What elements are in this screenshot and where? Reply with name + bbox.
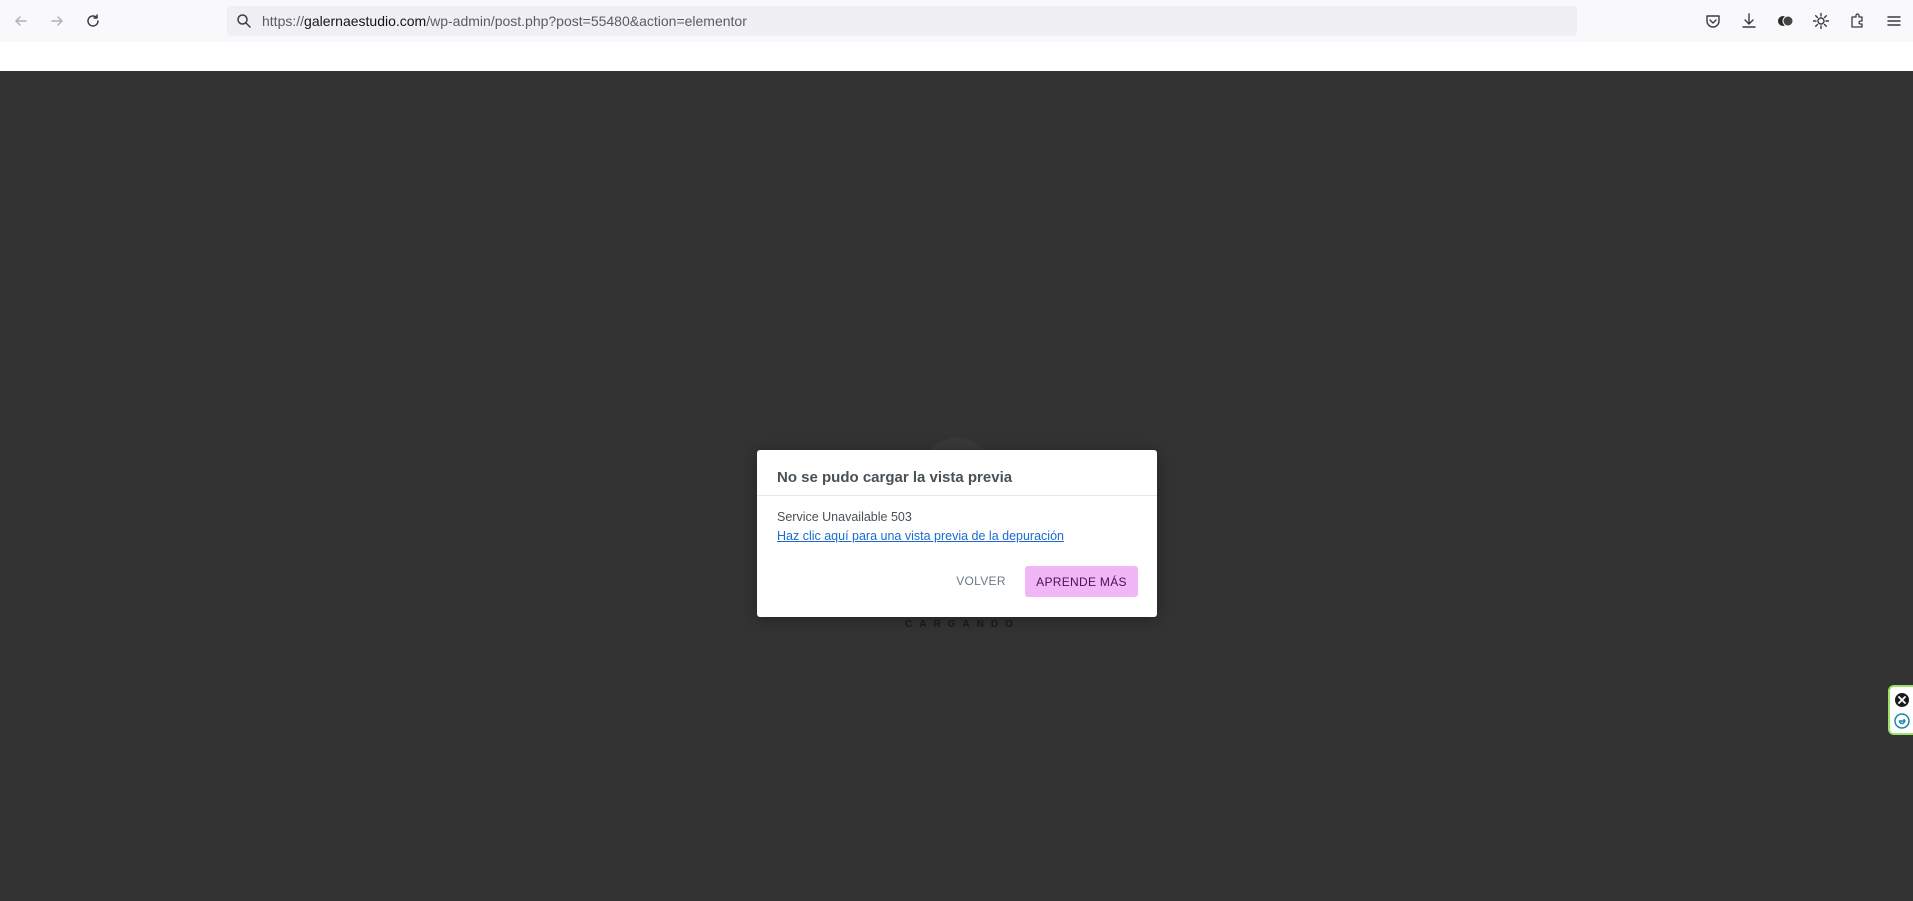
downloads-button[interactable]	[1739, 11, 1759, 31]
reload-button[interactable]	[80, 8, 106, 34]
pocket-button[interactable]	[1703, 11, 1723, 31]
debug-preview-link[interactable]: Haz clic aquí para una vista previa de l…	[777, 529, 1064, 543]
extensions-icon	[1778, 15, 1794, 27]
url-path: /wp-admin/post.php?post=55480&action=ele…	[426, 13, 747, 29]
url-text: https://galernaestudio.com/wp-admin/post…	[262, 13, 747, 29]
back-button-dialog[interactable]: VOLVER	[945, 566, 1017, 596]
extension-button[interactable]	[1775, 11, 1795, 31]
menu-icon	[1887, 16, 1901, 26]
search-icon	[237, 14, 251, 28]
back-button[interactable]	[8, 8, 34, 34]
puzzle-icon	[1851, 13, 1863, 28]
forward-icon	[51, 16, 63, 26]
learn-more-button[interactable]: APRENDE MÁS	[1025, 566, 1138, 597]
pocket-icon	[1706, 15, 1720, 28]
reload-icon	[87, 14, 99, 27]
extensions-menu-button[interactable]	[1847, 11, 1867, 31]
back-icon	[15, 16, 27, 26]
forward-button[interactable]	[44, 8, 70, 34]
url-host: galernaestudio.com	[304, 13, 427, 29]
dialog-message: Service Unavailable 503	[777, 510, 912, 524]
app-menu-button[interactable]	[1884, 11, 1904, 31]
url-prefix: https://	[262, 13, 305, 29]
browser-toolbar: https://galernaestudio.com/wp-admin/post…	[0, 0, 1913, 42]
dialog-title: No se pudo cargar la vista previa	[777, 469, 1013, 486]
settings-icon	[1812, 12, 1830, 30]
page-top-strip	[0, 42, 1913, 71]
close-icon[interactable]	[1894, 692, 1910, 708]
settings-button[interactable]	[1811, 11, 1831, 31]
extension-logo-icon[interactable]	[1894, 713, 1910, 729]
address-bar[interactable]: https://galernaestudio.com/wp-admin/post…	[227, 6, 1577, 36]
dialog-divider	[757, 495, 1157, 496]
loading-text: CARGANDO	[905, 619, 1020, 630]
download-icon	[1742, 13, 1756, 28]
preview-error-dialog: No se pudo cargar la vista previa Servic…	[757, 450, 1157, 617]
side-extension-widget	[1888, 685, 1913, 735]
